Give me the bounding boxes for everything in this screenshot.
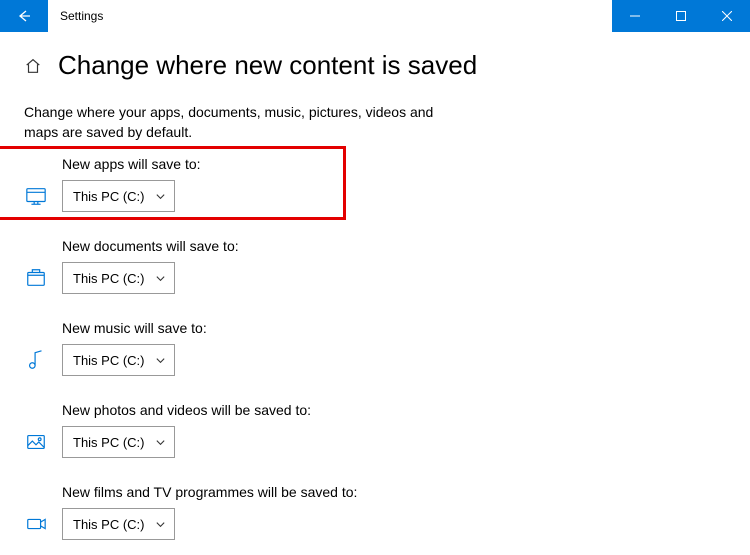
setting-music: New music will save to: This PC (C:) [24, 320, 726, 376]
page-header: Change where new content is saved [24, 50, 726, 81]
setting-apps: New apps will save to: This PC (C:) [24, 156, 726, 212]
setting-row-music: This PC (C:) [24, 344, 726, 376]
dropdown-apps[interactable]: This PC (C:) [62, 180, 175, 212]
titlebar: Settings [0, 0, 750, 32]
dropdown-value: This PC (C:) [73, 271, 145, 286]
setting-label-apps: New apps will save to: [62, 156, 726, 172]
dropdown-films[interactable]: This PC (C:) [62, 508, 175, 540]
setting-row-films: This PC (C:) [24, 508, 726, 540]
dropdown-value: This PC (C:) [73, 517, 145, 532]
setting-photos: New photos and videos will be saved to: … [24, 402, 726, 458]
music-icon [24, 348, 48, 372]
chevron-down-icon [155, 273, 166, 284]
films-icon [24, 512, 48, 536]
close-button[interactable] [704, 0, 750, 32]
minimize-icon [630, 11, 640, 21]
setting-label-photos: New photos and videos will be saved to: [62, 402, 726, 418]
dropdown-value: This PC (C:) [73, 353, 145, 368]
content-area: Change where new content is saved Change… [0, 32, 750, 540]
dropdown-value: This PC (C:) [73, 435, 145, 450]
arrow-left-icon [16, 8, 32, 24]
setting-label-films: New films and TV programmes will be save… [62, 484, 726, 500]
dropdown-photos[interactable]: This PC (C:) [62, 426, 175, 458]
window-controls [612, 0, 750, 32]
dropdown-value: This PC (C:) [73, 189, 145, 204]
apps-icon [24, 184, 48, 208]
documents-icon [24, 266, 48, 290]
minimize-button[interactable] [612, 0, 658, 32]
maximize-button[interactable] [658, 0, 704, 32]
setting-films: New films and TV programmes will be save… [24, 484, 726, 540]
setting-row-apps: This PC (C:) [24, 180, 726, 212]
dropdown-documents[interactable]: This PC (C:) [62, 262, 175, 294]
chevron-down-icon [155, 519, 166, 530]
photos-icon [24, 430, 48, 454]
dropdown-music[interactable]: This PC (C:) [62, 344, 175, 376]
setting-label-music: New music will save to: [62, 320, 726, 336]
chevron-down-icon [155, 437, 166, 448]
setting-documents: New documents will save to: This PC (C:) [24, 238, 726, 294]
page-title: Change where new content is saved [58, 50, 477, 81]
close-icon [722, 11, 732, 21]
page-description: Change where your apps, documents, music… [24, 103, 454, 142]
setting-row-documents: This PC (C:) [24, 262, 726, 294]
setting-label-documents: New documents will save to: [62, 238, 726, 254]
chevron-down-icon [155, 191, 166, 202]
back-button[interactable] [0, 0, 48, 32]
home-icon[interactable] [24, 57, 42, 75]
maximize-icon [676, 11, 686, 21]
chevron-down-icon [155, 355, 166, 366]
window-title: Settings [48, 0, 612, 32]
setting-row-photos: This PC (C:) [24, 426, 726, 458]
